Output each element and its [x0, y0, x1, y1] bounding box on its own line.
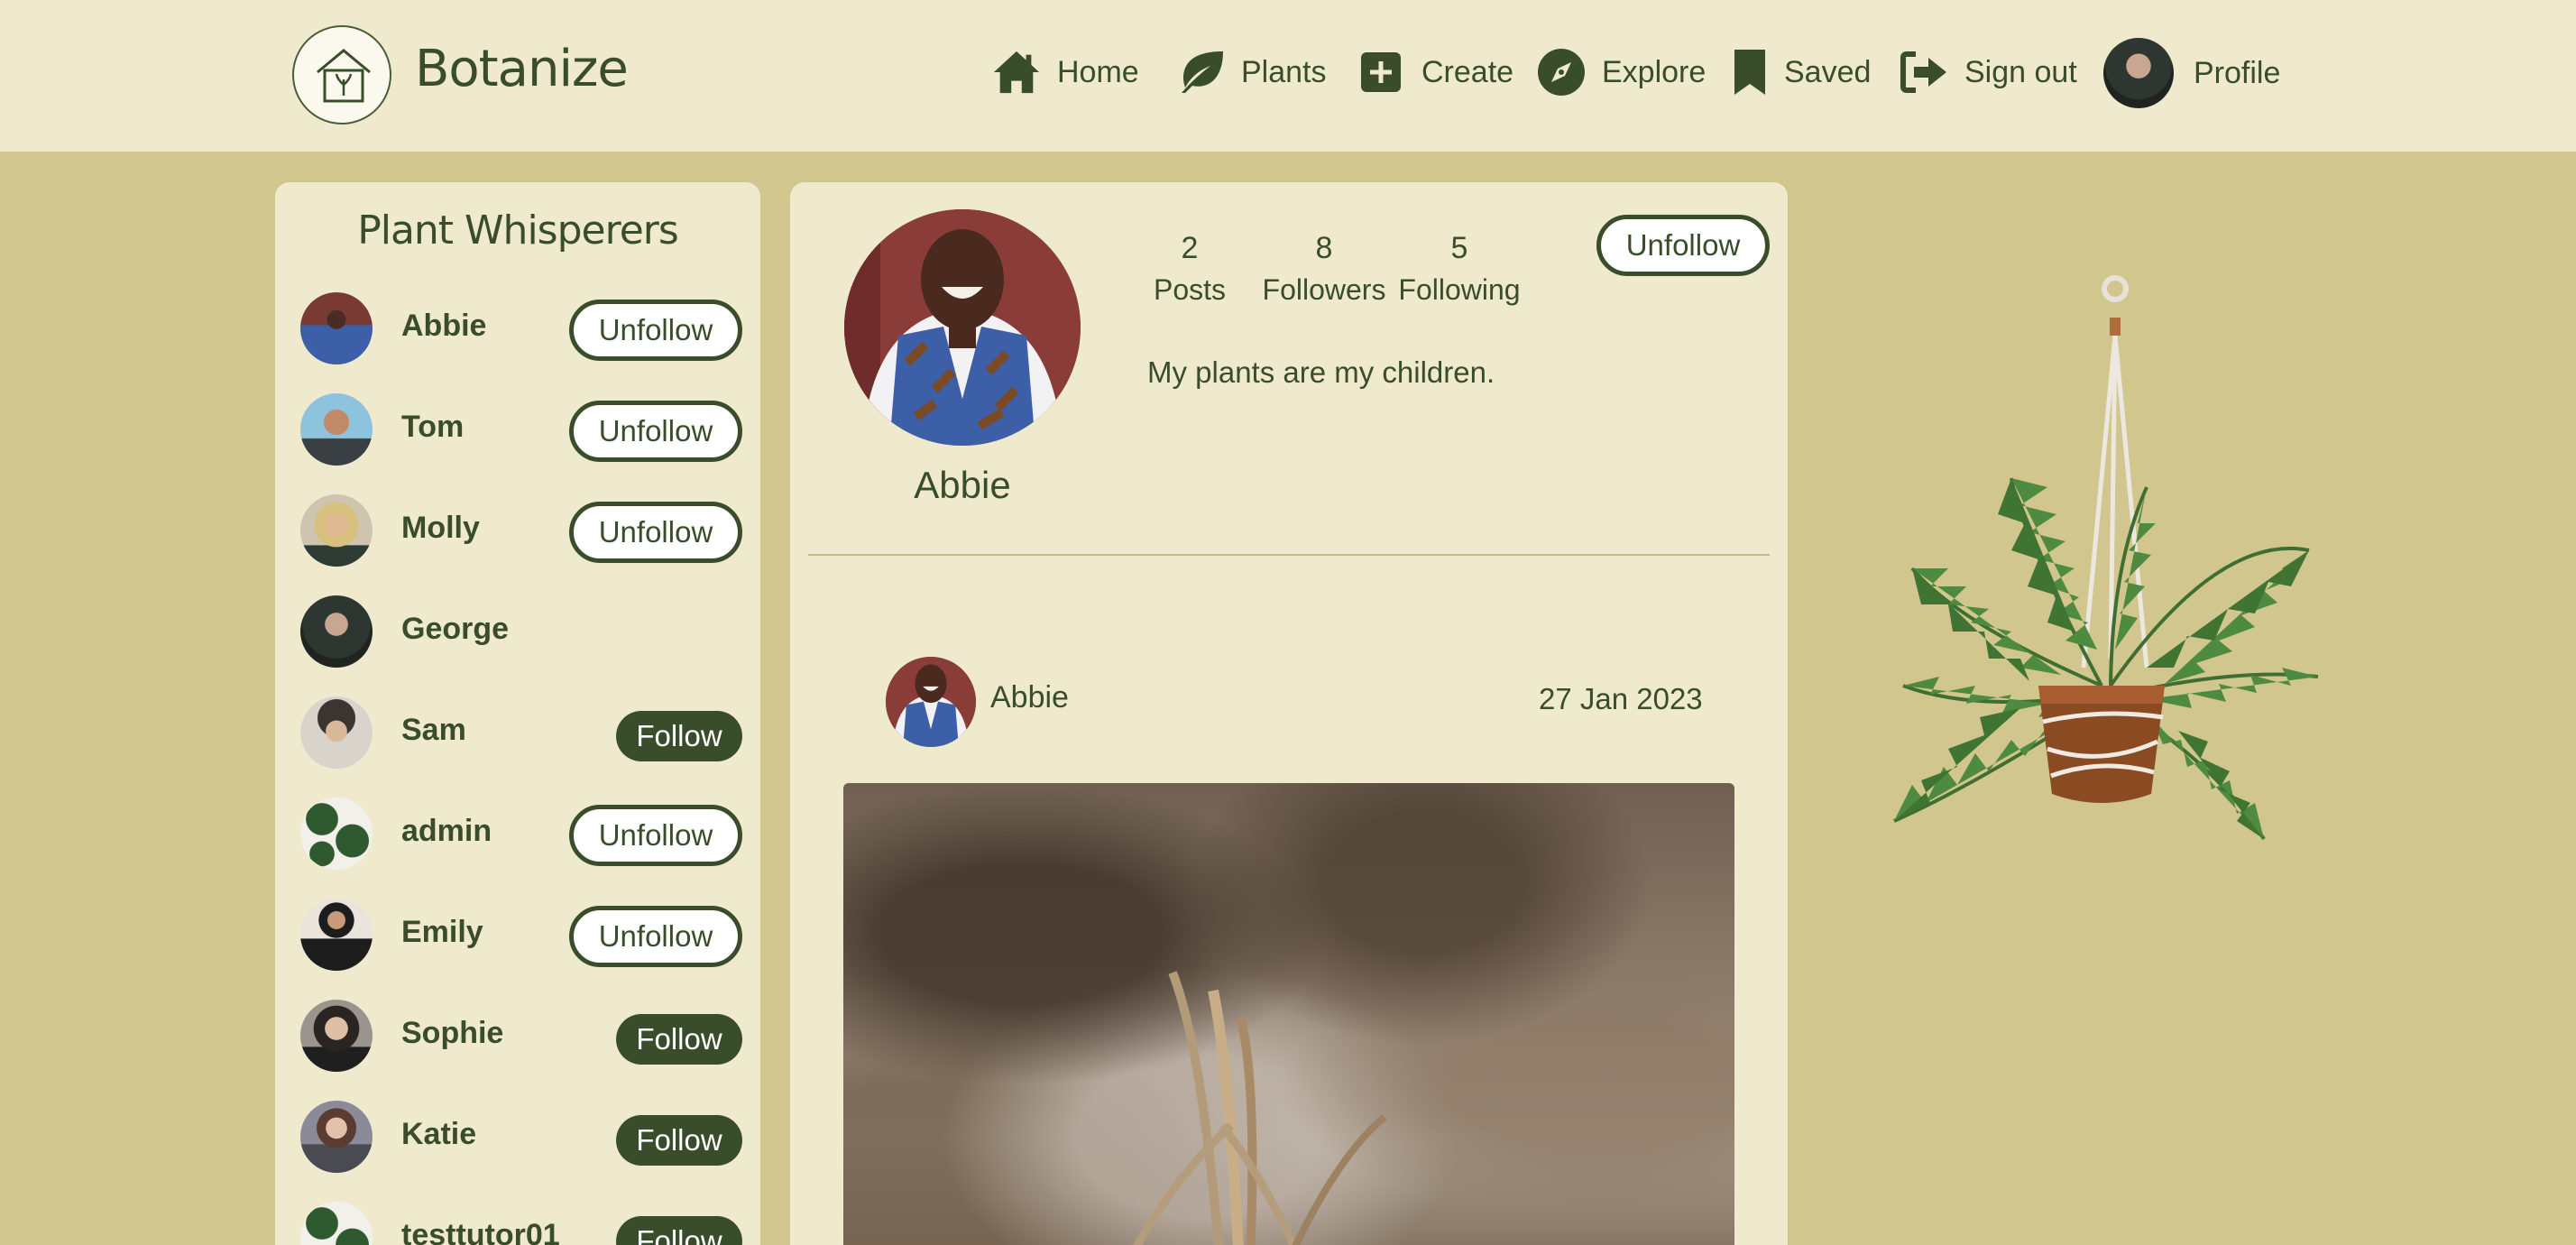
nav-sign-out-label: Sign out	[1964, 54, 2077, 89]
nav-profile[interactable]: Profile	[2103, 38, 2280, 108]
nav-explore[interactable]: Explore	[1537, 45, 1706, 99]
leaf-icon	[1176, 48, 1225, 97]
hanging-plant-illustration	[1840, 262, 2327, 988]
nav-profile-label: Profile	[2194, 55, 2281, 90]
profile-bio: My plants are my children.	[1147, 355, 1495, 389]
unfollow-button[interactable]: Unfollow	[1596, 215, 1770, 276]
nav-plants-label: Plants	[1241, 54, 1327, 89]
avatar[interactable]	[300, 1101, 373, 1173]
avatar[interactable]	[300, 393, 373, 466]
post-date: 27 Jan 2023	[1539, 682, 1703, 715]
unfollow-button[interactable]: Unfollow	[569, 300, 742, 361]
avatar[interactable]	[886, 657, 976, 747]
top-navbar: Botanize Home Plants Create Explore Save…	[0, 0, 2576, 152]
nav-create[interactable]: Create	[1357, 45, 1513, 99]
following-stat[interactable]: 5 Following	[1394, 231, 1524, 307]
sign-out-icon	[1900, 48, 1948, 97]
avatar[interactable]	[300, 798, 373, 870]
user-name[interactable]: Emily	[401, 915, 483, 950]
list-item[interactable]: admin Unfollow	[300, 796, 742, 872]
follow-button[interactable]: Follow	[616, 1115, 742, 1166]
avatar[interactable]	[300, 696, 373, 769]
nav-explore-label: Explore	[1602, 54, 1707, 89]
post-image[interactable]	[843, 783, 1734, 1245]
avatar[interactable]	[300, 494, 373, 567]
user-name[interactable]: Tom	[401, 410, 464, 445]
avatar	[2103, 38, 2174, 108]
nav-home-label: Home	[1057, 54, 1139, 89]
follow-button[interactable]: Follow	[616, 1216, 742, 1245]
list-item[interactable]: George	[300, 594, 742, 669]
unfollow-button[interactable]: Unfollow	[569, 502, 742, 563]
list-item[interactable]: Tom Unfollow	[300, 392, 742, 467]
user-name[interactable]: Molly	[401, 511, 480, 546]
following-count: 5	[1450, 231, 1468, 265]
plus-square-icon	[1357, 48, 1405, 97]
avatar	[844, 209, 1081, 446]
following-label: Following	[1398, 273, 1521, 306]
user-name[interactable]: Sophie	[401, 1016, 503, 1051]
posts-count: 2	[1181, 231, 1199, 265]
list-item[interactable]: Abbie Unfollow	[300, 290, 742, 366]
list-item[interactable]: Katie Follow	[300, 1099, 742, 1175]
user-name[interactable]: testtutor01	[401, 1218, 560, 1245]
follow-button[interactable]: Follow	[616, 1014, 742, 1065]
user-name[interactable]: George	[401, 612, 509, 647]
nav-saved-label: Saved	[1784, 54, 1872, 89]
brand-name[interactable]: Botanize	[415, 40, 629, 98]
sidebar-title: Plant Whisperers	[357, 208, 679, 254]
user-name[interactable]: Katie	[401, 1117, 476, 1152]
house-logo-icon[interactable]	[292, 25, 391, 124]
nav-saved[interactable]: Saved	[1732, 45, 1871, 99]
profile-panel: Abbie 2 Posts 8 Followers 5 Following Un…	[790, 182, 1788, 1245]
unfollow-button[interactable]: Unfollow	[569, 805, 742, 866]
avatar[interactable]	[300, 899, 373, 971]
avatar[interactable]	[300, 595, 373, 668]
nav-sign-out[interactable]: Sign out	[1900, 45, 2077, 99]
user-name[interactable]: Sam	[401, 713, 466, 748]
nav-plants[interactable]: Plants	[1176, 45, 1327, 99]
user-name[interactable]: admin	[401, 814, 492, 849]
bookmark-icon	[1732, 48, 1768, 97]
list-item[interactable]: Sam Follow	[300, 695, 742, 770]
follow-button[interactable]: Follow	[616, 711, 742, 761]
followers-stat[interactable]: 8 Followers	[1261, 231, 1387, 307]
divider	[808, 554, 1770, 556]
post-author[interactable]: Abbie	[990, 680, 1069, 715]
compass-icon	[1537, 48, 1586, 97]
unfollow-button[interactable]: Unfollow	[569, 906, 742, 967]
home-icon	[992, 48, 1041, 97]
profile-name: Abbie	[914, 464, 1011, 506]
users-sidebar: Plant Whisperers Abbie Unfollow Tom Unfo…	[275, 182, 760, 1245]
list-item[interactable]: Molly Unfollow	[300, 493, 742, 568]
posts-stat[interactable]: 2 Posts	[1149, 231, 1230, 307]
list-item[interactable]: Sophie Follow	[300, 998, 742, 1074]
followers-count: 8	[1315, 231, 1333, 265]
avatar[interactable]	[300, 1000, 373, 1072]
followers-label: Followers	[1262, 273, 1386, 306]
avatar[interactable]	[300, 292, 373, 364]
list-item[interactable]: testtutor01 Follow	[300, 1200, 742, 1245]
nav-home[interactable]: Home	[992, 45, 1139, 99]
nav-create-label: Create	[1421, 54, 1514, 89]
avatar[interactable]	[300, 1202, 373, 1245]
posts-label: Posts	[1153, 273, 1227, 306]
list-item[interactable]: Emily Unfollow	[300, 897, 742, 973]
unfollow-button[interactable]: Unfollow	[569, 401, 742, 462]
user-name[interactable]: Abbie	[401, 309, 486, 344]
